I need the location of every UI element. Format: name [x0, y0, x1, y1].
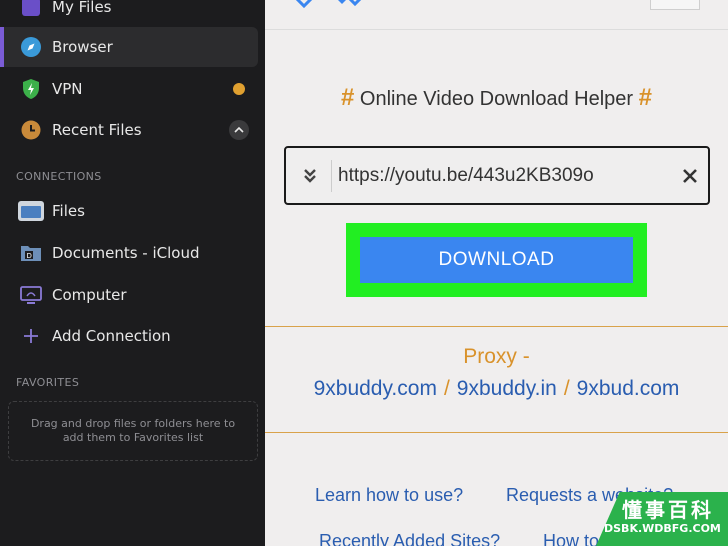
folder-icon	[17, 200, 45, 222]
proxy-link-9xbuddy-com[interactable]: 9xbuddy.com	[314, 377, 437, 400]
proxy-link-9xbuddy-in[interactable]: 9xbuddy.in	[457, 377, 557, 400]
sidebar-item-label: Recent Files	[52, 121, 142, 139]
url-field-container	[284, 146, 710, 205]
sidebar-item-label: My Files	[52, 0, 112, 16]
sidebar-item-label: Add Connection	[52, 327, 171, 345]
url-divider	[331, 160, 332, 192]
connections-heading: CONNECTIONS	[16, 170, 102, 183]
clock-icon	[20, 119, 42, 141]
svg-text:D: D	[27, 252, 32, 260]
sidebar-item-documents-icloud[interactable]: D Documents - iCloud	[0, 233, 258, 273]
sidebar-item-label: Documents - iCloud	[52, 244, 200, 262]
menu-button[interactable]	[650, 0, 700, 10]
proxy-label: Proxy -	[463, 345, 530, 368]
favorites-heading: FAVORITES	[16, 376, 80, 389]
my-files-icon	[20, 0, 42, 18]
page-title: # Online Video Download Helper #	[265, 84, 728, 112]
browser-content: # Online Video Download Helper # DOWNLOA…	[265, 0, 728, 546]
chevron-double-down-icon[interactable]	[296, 162, 324, 190]
url-input[interactable]	[338, 162, 668, 190]
vpn-status-dot	[233, 83, 245, 95]
watermark: 懂事百科 DSBK.WDBFG.COM	[596, 492, 728, 546]
sidebar-item-label: Files	[52, 202, 85, 220]
plus-icon	[20, 325, 42, 347]
separator: /	[563, 377, 570, 400]
sidebar-item-recent-files[interactable]: Recent Files	[0, 110, 258, 150]
watermark-cn: 懂事百科	[622, 498, 714, 522]
sidebar-item-vpn[interactable]: VPN	[0, 69, 258, 109]
proxy-links: 9xbuddy.com / 9xbuddy.in / 9xbud.com	[265, 377, 728, 401]
sidebar-item-my-files[interactable]: My Files	[0, 0, 258, 27]
documents-folder-icon: D	[20, 242, 42, 264]
separator: /	[443, 377, 450, 400]
add-connection-button[interactable]: Add Connection	[0, 316, 258, 356]
browser-topbar	[265, 0, 728, 30]
hash-right: #	[638, 84, 652, 111]
close-icon[interactable]	[676, 162, 704, 190]
sidebar-item-label: Browser	[52, 38, 113, 56]
recent-sites-link[interactable]: Recently Added Sites?	[319, 531, 500, 546]
proxy-link-9xbud-com[interactable]: 9xbud.com	[577, 377, 680, 400]
how-to-link[interactable]: How to	[543, 531, 599, 546]
divider	[265, 326, 728, 327]
watermark-en: DSBK.WDBFG.COM	[604, 522, 721, 535]
sidebar-item-browser[interactable]: Browser	[0, 27, 258, 67]
favorites-drop-zone[interactable]: Drag and drop files or folders here to a…	[8, 401, 258, 461]
shield-icon	[20, 78, 42, 100]
site-logo-icon	[295, 0, 362, 9]
sidebar: My Files Browser VPN Recent Files CONNEC…	[0, 0, 265, 546]
sidebar-item-files[interactable]: Files	[0, 191, 258, 231]
download-button[interactable]: DOWNLOAD	[360, 237, 633, 283]
learn-link[interactable]: Learn how to use?	[315, 485, 463, 506]
sidebar-item-label: VPN	[52, 80, 83, 98]
sidebar-item-label: Computer	[52, 286, 127, 304]
computer-icon	[20, 284, 42, 306]
chevron-up-icon	[234, 126, 244, 133]
hash-left: #	[341, 84, 355, 111]
collapse-button[interactable]	[229, 120, 249, 140]
page-title-text: Online Video Download Helper	[359, 88, 634, 110]
divider	[265, 432, 728, 433]
sidebar-item-computer[interactable]: Computer	[0, 275, 258, 315]
compass-icon	[20, 36, 42, 58]
